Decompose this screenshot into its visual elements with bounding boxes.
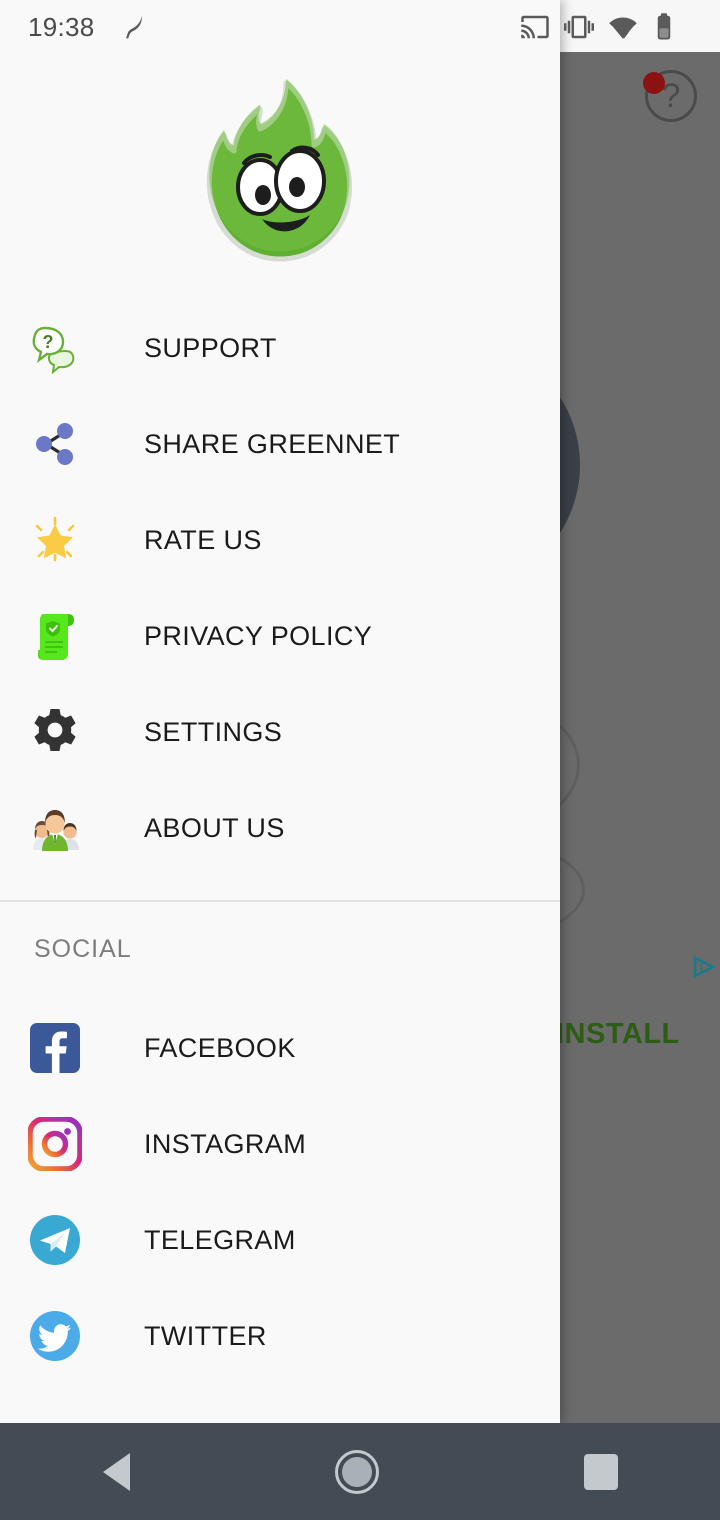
recents-square-icon <box>583 1453 618 1490</box>
menu-item-about-us[interactable]: ABOUT US <box>0 780 560 876</box>
menu-item-label: RATE US <box>144 524 262 555</box>
recents-button[interactable] <box>583 1453 618 1490</box>
star-icon <box>0 492 110 588</box>
menu-item-label: SETTINGS <box>144 716 283 747</box>
social-item-facebook[interactable]: FACEBOOK <box>0 1000 560 1096</box>
social-list: FACEBOOK INSTAGRAM TELEGRAM TWITTER <box>0 1000 560 1384</box>
menu-item-rate-us[interactable]: RATE US <box>0 492 560 588</box>
social-item-telegram[interactable]: TELEGRAM <box>0 1192 560 1288</box>
leaf-icon <box>126 15 142 39</box>
status-bar-clock: 19:38 <box>28 12 95 42</box>
menu-item-settings[interactable]: SETTINGS <box>0 684 560 780</box>
status-bar-system-icons <box>520 11 700 43</box>
cast-icon <box>521 15 549 39</box>
instagram-icon <box>0 1096 110 1192</box>
telegram-icon <box>0 1192 110 1288</box>
social-item-twitter[interactable]: TWITTER <box>0 1288 560 1384</box>
support-chat-icon: ? <box>0 300 110 396</box>
ad-install-button[interactable]: INSTALL <box>556 1018 680 1051</box>
menu-item-privacy-policy[interactable]: PRIVACY POLICY <box>0 588 560 684</box>
gear-icon <box>0 684 110 780</box>
social-item-label: INSTAGRAM <box>144 1128 307 1159</box>
menu-item-support[interactable]: ? SUPPORT <box>0 300 560 396</box>
svg-text:?: ? <box>43 332 54 352</box>
facebook-icon <box>0 1000 110 1096</box>
menu-item-label: ABOUT US <box>144 812 285 843</box>
greennet-flame-logo <box>206 78 353 262</box>
adchoices-icon[interactable] <box>692 955 716 979</box>
social-item-label: TELEGRAM <box>144 1224 296 1255</box>
drawer-menu: ? SUPPORT SHARE GREENNET RATE US PRIVACY… <box>0 300 560 876</box>
share-nodes-icon <box>0 396 110 492</box>
status-bar: 19:38 <box>0 0 560 52</box>
notification-dot <box>643 72 665 94</box>
vibrate-icon <box>564 15 594 39</box>
social-item-label: FACEBOOK <box>144 1032 296 1063</box>
back-button[interactable] <box>102 1452 130 1491</box>
app-logo <box>0 62 560 292</box>
home-circle-icon <box>334 1449 379 1494</box>
android-navigation-bar <box>0 1423 720 1520</box>
back-triangle-icon <box>102 1452 130 1491</box>
menu-item-label: SHARE GREENNET <box>144 428 401 459</box>
wifi-icon <box>609 17 637 39</box>
home-button[interactable] <box>334 1449 379 1494</box>
menu-item-label: SUPPORT <box>144 332 277 363</box>
battery-icon <box>657 13 671 40</box>
people-group-icon <box>0 780 110 876</box>
privacy-scroll-icon <box>0 588 110 684</box>
twitter-icon <box>0 1288 110 1384</box>
social-item-instagram[interactable]: INSTAGRAM <box>0 1096 560 1192</box>
navigation-drawer: 19:38 ? SUPPORT SHARE GREENNET RATE US P… <box>0 0 560 1423</box>
social-item-label: TWITTER <box>144 1320 267 1351</box>
menu-item-share-greennet[interactable]: SHARE GREENNET <box>0 396 560 492</box>
section-divider <box>0 900 560 902</box>
home-circle-inner <box>341 1456 372 1487</box>
social-section-header: SOCIAL <box>34 935 132 963</box>
menu-item-label: PRIVACY POLICY <box>144 620 373 651</box>
